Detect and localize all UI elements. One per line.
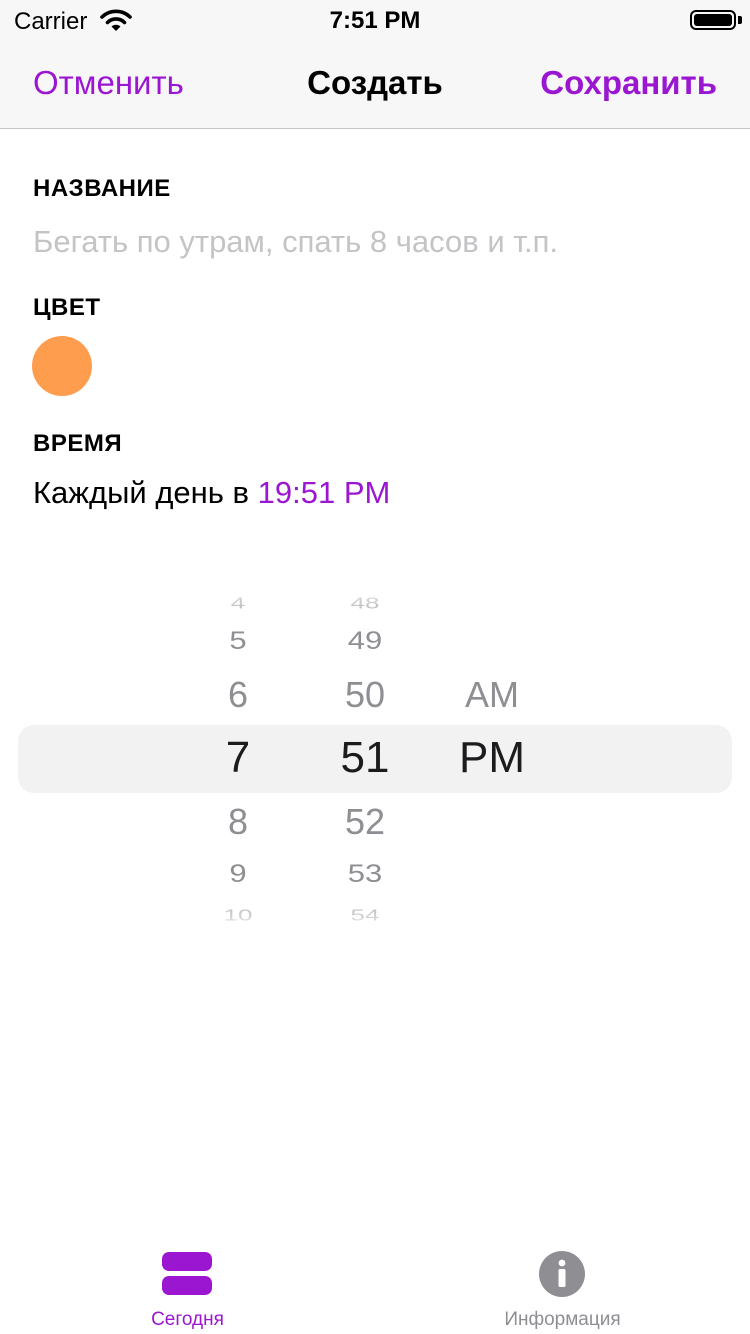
- name-section-label: НАЗВАНИЕ: [33, 175, 171, 202]
- picker-hour: 4: [230, 594, 246, 612]
- color-swatch[interactable]: [32, 336, 92, 396]
- picker-minute-selected: 51: [340, 733, 390, 782]
- picker-period-selected: PM: [459, 733, 525, 782]
- create-habit-screen: Carrier 7:51 PM Отменить Создать Сохрани…: [0, 0, 750, 1334]
- name-input[interactable]: [33, 220, 717, 264]
- picker-minute: 53: [347, 859, 383, 888]
- tab-today-label: Сегодня: [151, 1309, 224, 1330]
- time-summary: Каждый день в 19:51 PM: [33, 475, 390, 511]
- tab-info[interactable]: Информация: [375, 1236, 750, 1334]
- battery-tip: [738, 16, 742, 24]
- battery-icon: [690, 10, 736, 30]
- picker-minute: 49: [347, 626, 383, 655]
- status-time: 7:51 PM: [329, 7, 421, 34]
- period-wheel[interactable]: AM PM: [442, 580, 542, 936]
- picker-hour: 5: [229, 626, 247, 655]
- picker-minute: 54: [350, 906, 380, 924]
- picker-minute: 48: [350, 594, 380, 612]
- minute-wheel[interactable]: 48 49 50 51 52 53 54: [315, 580, 415, 936]
- selected-time[interactable]: 19:51 PM: [258, 475, 391, 510]
- picker-hour: 6: [227, 674, 249, 715]
- picker-minute: 52: [344, 801, 386, 842]
- color-section-label: ЦВЕТ: [33, 294, 101, 321]
- picker-period: AM: [465, 674, 519, 715]
- cancel-button[interactable]: Отменить: [33, 64, 184, 102]
- save-button[interactable]: Сохранить: [540, 64, 717, 102]
- info-icon: [538, 1250, 586, 1298]
- picker-hour: 10: [223, 906, 253, 924]
- picker-hour: 9: [229, 859, 247, 888]
- time-prefix: Каждый день в: [33, 475, 250, 510]
- tab-info-label: Информация: [504, 1309, 621, 1330]
- time-section-label: ВРЕМЯ: [33, 430, 123, 457]
- status-bar: Carrier 7:51 PM: [0, 0, 750, 40]
- time-picker[interactable]: 4 5 6 7 8 9 10 48 49 50 51 52 53 54 AM P…: [0, 580, 750, 936]
- hour-wheel[interactable]: 4 5 6 7 8 9 10: [194, 580, 282, 936]
- picker-hour-selected: 7: [225, 733, 251, 782]
- picker-hour: 8: [227, 801, 249, 842]
- tab-today[interactable]: Сегодня: [0, 1236, 375, 1334]
- navigation-bar: Отменить Создать Сохранить: [0, 40, 750, 129]
- stack-icon: [162, 1252, 212, 1296]
- tab-bar: Сегодня Информация: [0, 1236, 750, 1334]
- picker-minute: 50: [344, 674, 386, 715]
